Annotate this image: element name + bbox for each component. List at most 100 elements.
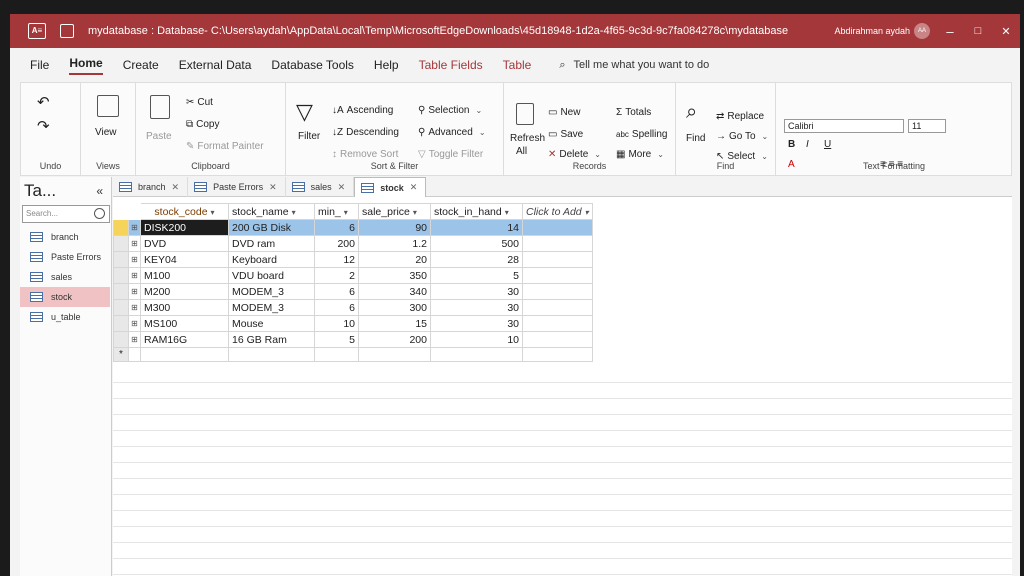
cell-stock-name[interactable]: 16 GB Ram [228, 331, 315, 348]
table-row[interactable]: ⊞ RAM16G 16 GB Ram 5 200 10 [113, 331, 593, 348]
cell-stock-code[interactable]: M100 [140, 267, 229, 284]
table-row[interactable]: ⊞ DISK200 200 GB Disk 6 90 14 [113, 219, 593, 236]
row-selector[interactable] [113, 251, 129, 268]
refresh-button[interactable]: Refresh [510, 133, 545, 144]
expand-icon[interactable]: ⊞ [128, 299, 141, 316]
selection-button[interactable]: ⚲ Selection ⌄ [418, 105, 482, 116]
cell-stock-name[interactable]: 200 GB Disk [228, 219, 315, 236]
view-icon[interactable] [97, 95, 119, 117]
cell-click-to-add[interactable] [522, 235, 593, 252]
cut-button[interactable]: ✂ Cut [186, 97, 213, 108]
cell-click-to-add[interactable] [522, 315, 593, 332]
table-row[interactable]: ⊞ M300 MODEM_3 6 300 30 [113, 299, 593, 316]
new-cell[interactable] [358, 347, 431, 362]
delete-record-button[interactable]: ✕ Delete ⌄ [548, 149, 601, 160]
underline-button[interactable]: U [824, 139, 831, 150]
minimize-button[interactable]: – [940, 24, 960, 39]
expand-icon[interactable]: ⊞ [128, 267, 141, 284]
cell-sale-price[interactable]: 20 [358, 251, 431, 268]
new-record-button[interactable]: ▭ New [548, 107, 580, 118]
cell-sale-price[interactable]: 15 [358, 315, 431, 332]
nav-item-u-table[interactable]: u_table [20, 307, 110, 327]
cell-min[interactable]: 2 [314, 267, 359, 284]
row-selector[interactable] [113, 219, 129, 236]
cell-stock-name[interactable]: Keyboard [228, 251, 315, 268]
advanced-button[interactable]: ⚲ Advanced ⌄ [418, 127, 486, 138]
expand-icon[interactable]: ⊞ [128, 235, 141, 252]
cell-stock-name[interactable]: VDU board [228, 267, 315, 284]
format-painter-button[interactable]: ✎ Format Painter [186, 141, 264, 152]
column-header-min[interactable]: min_ ▾ [314, 203, 359, 220]
cell-stock-in-hand[interactable]: 30 [430, 315, 523, 332]
row-selector[interactable] [113, 331, 129, 348]
doc-tab-stock[interactable]: stock ✕ [354, 177, 427, 197]
tab-create[interactable]: Create [123, 58, 159, 72]
cell-click-to-add[interactable] [522, 283, 593, 300]
expand-icon[interactable]: ⊞ [128, 331, 141, 348]
cell-stock-in-hand[interactable]: 5 [430, 267, 523, 284]
save-record-button[interactable]: ▭ Save [548, 129, 583, 140]
toggle-filter-button[interactable]: ▽ Toggle Filter [418, 149, 483, 160]
table-row[interactable]: ⊞ DVD DVD ram 200 1.2 500 [113, 235, 593, 252]
maximize-button[interactable]: □ [968, 25, 988, 37]
new-record-row[interactable]: * [113, 347, 593, 362]
refresh-all-label[interactable]: All [516, 146, 527, 157]
row-selector[interactable] [113, 235, 129, 252]
replace-button[interactable]: ⇄ Replace [716, 111, 764, 122]
cell-click-to-add[interactable] [522, 331, 593, 348]
filter-button[interactable]: Filter [298, 131, 320, 142]
cell-min[interactable]: 12 [314, 251, 359, 268]
column-header-stock-in-hand[interactable]: stock_in_hand ▾ [430, 203, 523, 220]
find-icon[interactable]: ⌕ [686, 101, 697, 124]
refresh-icon[interactable] [516, 103, 534, 125]
close-tab-icon[interactable]: ✕ [338, 182, 346, 193]
tab-table-fields[interactable]: Table Fields [419, 58, 483, 72]
filter-icon[interactable]: ▽ [296, 99, 313, 125]
close-button[interactable]: ✕ [996, 25, 1016, 38]
cell-stock-in-hand[interactable]: 10 [430, 331, 523, 348]
tab-table[interactable]: Table [503, 58, 532, 72]
new-cell[interactable] [430, 347, 523, 362]
paste-icon[interactable] [150, 95, 170, 119]
cell-min[interactable]: 6 [314, 219, 359, 236]
tell-me-box[interactable]: ⌕ Tell me what you want to do [559, 59, 709, 72]
tab-external-data[interactable]: External Data [179, 58, 252, 72]
cell-stock-name[interactable]: Mouse [228, 315, 315, 332]
redo-icon[interactable]: ↷ [37, 117, 50, 135]
new-cell[interactable] [228, 347, 315, 362]
close-tab-icon[interactable]: ✕ [410, 182, 418, 193]
undo-icon[interactable]: ↶ [37, 93, 50, 111]
user-name[interactable]: Abdirahman aydah [834, 26, 910, 36]
font-name-select[interactable]: Calibri [784, 119, 904, 133]
table-row[interactable]: ⊞ M100 VDU board 2 350 5 [113, 267, 593, 284]
cell-click-to-add[interactable] [522, 219, 593, 236]
tab-home[interactable]: Home [69, 56, 103, 75]
doc-tab-branch[interactable]: branch ✕ [113, 177, 189, 197]
avatar[interactable]: AA [914, 23, 930, 39]
table-row[interactable]: ⊞ KEY04 Keyboard 12 20 28 [113, 251, 593, 268]
cell-stock-code[interactable]: DISK200 [140, 219, 229, 236]
expand-icon[interactable]: ⊞ [128, 315, 141, 332]
tab-database-tools[interactable]: Database Tools [271, 58, 354, 72]
paste-button[interactable]: Paste [146, 131, 172, 142]
cell-min[interactable]: 6 [314, 283, 359, 300]
tab-help[interactable]: Help [374, 58, 399, 72]
cell-stock-name[interactable]: MODEM_3 [228, 299, 315, 316]
font-size-select[interactable]: 11 [908, 119, 946, 133]
table-row[interactable]: ⊞ M200 MODEM_3 6 340 30 [113, 283, 593, 300]
close-tab-icon[interactable]: ✕ [172, 182, 180, 193]
cell-stock-code[interactable]: KEY04 [140, 251, 229, 268]
column-header-stock-name[interactable]: stock_name ▾ [228, 203, 315, 220]
cell-sale-price[interactable]: 300 [358, 299, 431, 316]
cell-min[interactable]: 10 [314, 315, 359, 332]
expand-icon[interactable]: ⊞ [128, 283, 141, 300]
collapse-nav-icon[interactable]: « [96, 184, 103, 198]
new-cell[interactable] [140, 347, 229, 362]
cell-min[interactable]: 200 [314, 235, 359, 252]
cell-stock-in-hand[interactable]: 30 [430, 283, 523, 300]
bold-button[interactable]: B [788, 139, 795, 150]
row-selector[interactable] [113, 299, 129, 316]
cell-stock-in-hand[interactable]: 14 [430, 219, 523, 236]
cell-sale-price[interactable]: 340 [358, 283, 431, 300]
column-header-click-to-add[interactable]: Click to Add ▾ [522, 203, 593, 220]
